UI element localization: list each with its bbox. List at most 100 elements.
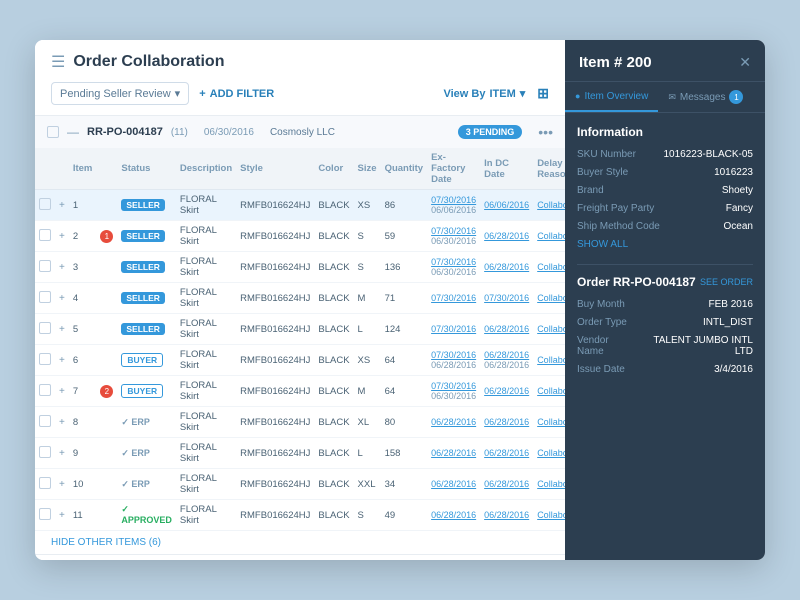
row-checkbox[interactable]	[39, 322, 51, 334]
item-style: RMFB016624HJ	[236, 500, 314, 531]
collapse-icon[interactable]: —	[67, 125, 79, 139]
tab-messages[interactable]: ✉ Messages 1	[658, 82, 753, 112]
status-badge: ✓ ERP	[121, 417, 150, 427]
collaborate-link[interactable]: Collaborate	[537, 386, 565, 396]
exfac-date: 07/30/2016	[431, 324, 476, 334]
right-panel: Item # 200 ✕ ● Item Overview ✉ Messages …	[565, 40, 765, 560]
item-number: 4	[69, 283, 97, 314]
th-exfac: Ex-Factory Date	[427, 148, 480, 190]
show-all-link[interactable]: SHOW ALL	[577, 239, 753, 250]
item-size: XXL	[354, 469, 381, 500]
indc-date: 06/28/2016	[484, 417, 529, 427]
collaborate-link[interactable]: Collaborate	[537, 293, 565, 303]
item-exfac: 07/30/201606/30/2016	[427, 376, 480, 407]
row-checkbox[interactable]	[39, 291, 51, 303]
item-color: BLACK	[314, 221, 353, 252]
table-row[interactable]: + 10 ✓ ERP FLORAL Skirt RMFB016624HJ BLA…	[35, 469, 565, 500]
row-checkbox[interactable]	[39, 260, 51, 272]
row-checkbox[interactable]	[39, 446, 51, 458]
row-expand-icon[interactable]: +	[59, 355, 65, 366]
item-indc: 06/28/2016	[480, 376, 533, 407]
table-row[interactable]: + 7 2 BUYER FLORAL Skirt RMFB016624HJ BL…	[35, 376, 565, 407]
row-expand-icon[interactable]: +	[59, 479, 65, 490]
table-row[interactable]: + 1 SELLER FLORAL Skirt RMFB016624HJ BLA…	[35, 190, 565, 221]
order-info-row: Vendor NameTALENT JUMBO INTL LTD	[577, 335, 753, 357]
item-title: Item # 200	[579, 54, 652, 71]
filter-bar: Pending Seller Review ▾ + ADD FILTER Vie…	[51, 82, 549, 115]
table-row[interactable]: + 3 SELLER FLORAL Skirt RMFB016624HJ BLA…	[35, 252, 565, 283]
view-by-value[interactable]: ITEM	[489, 88, 515, 100]
status-badge: ✓ ERP	[121, 448, 150, 458]
order-info-value: INTL_DIST	[703, 317, 753, 328]
collaborate-link[interactable]: Collaborate	[537, 324, 565, 334]
collaborate-link[interactable]: Collaborate	[537, 231, 565, 241]
table-row[interactable]: + 4 SELLER FLORAL Skirt RMFB016624HJ BLA…	[35, 283, 565, 314]
collaborate-link[interactable]: Collaborate	[537, 355, 565, 365]
item-size: XL	[354, 407, 381, 438]
add-filter-button[interactable]: + ADD FILTER	[199, 88, 274, 100]
tab-item-overview[interactable]: ● Item Overview	[565, 82, 658, 112]
row-checkbox[interactable]	[39, 229, 51, 241]
filter-dropdown[interactable]: Pending Seller Review ▾	[51, 82, 189, 105]
collaborate-link[interactable]: Collaborate	[537, 262, 565, 272]
item-indc: 06/06/2016	[480, 190, 533, 221]
item-status-cell: ✓ ERP	[117, 438, 176, 469]
row-expand-icon[interactable]: +	[59, 510, 65, 521]
grid-icon[interactable]: ⊞	[537, 85, 549, 102]
order-checkbox-1[interactable]	[47, 126, 59, 138]
row-expand-icon[interactable]: +	[59, 262, 65, 273]
exfac-date: 06/28/2016	[431, 479, 476, 489]
top-bar: ☰ Order Collaboration Pending Seller Rev…	[35, 40, 565, 116]
exfac-date2: 06/06/2016	[431, 205, 476, 215]
indc-date: 06/28/2016	[484, 448, 529, 458]
close-button[interactable]: ✕	[739, 54, 751, 71]
item-badge-cell	[96, 314, 117, 345]
exfac-date: 07/30/2016	[431, 350, 476, 360]
row-expand-icon[interactable]: +	[59, 231, 65, 242]
item-badge-cell	[96, 283, 117, 314]
status-badge: BUYER	[121, 384, 163, 398]
row-checkbox[interactable]	[39, 477, 51, 489]
dots-menu-1[interactable]: •••	[538, 124, 553, 140]
row-expand-icon[interactable]: +	[59, 386, 65, 397]
table-row[interactable]: + 8 ✓ ERP FLORAL Skirt RMFB016624HJ BLAC…	[35, 407, 565, 438]
collaborate-link[interactable]: Collaborate	[537, 448, 565, 458]
row-checkbox[interactable]	[39, 384, 51, 396]
table-row[interactable]: + 9 ✓ ERP FLORAL Skirt RMFB016624HJ BLAC…	[35, 438, 565, 469]
row-checkbox[interactable]	[39, 198, 51, 210]
chevron-down-icon[interactable]: ▾	[520, 87, 526, 100]
collaborate-link[interactable]: Collaborate	[537, 417, 565, 427]
hamburger-icon[interactable]: ☰	[51, 52, 65, 72]
row-expand-icon[interactable]: +	[59, 417, 65, 428]
see-order-link[interactable]: SEE ORDER	[700, 277, 753, 287]
item-quantity: 59	[381, 221, 428, 252]
table-row[interactable]: + 11 ✓ APPROVED FLORAL Skirt RMFB016624H…	[35, 500, 565, 531]
row-expand-icon[interactable]: +	[59, 324, 65, 335]
table-row[interactable]: + 6 BUYER FLORAL Skirt RMFB016624HJ BLAC…	[35, 345, 565, 376]
order-header-1[interactable]: — RR-PO-004187 (11) 06/30/2016 Cosmosly …	[35, 116, 565, 148]
item-badge: 2	[100, 385, 113, 398]
th-desc: Description	[176, 148, 236, 190]
table-header-row: Item Status Description Style Color Size…	[35, 148, 565, 190]
item-badge-cell	[96, 345, 117, 376]
order-section-header: Order RR-PO-004187 SEE ORDER	[577, 275, 753, 289]
row-expand-icon[interactable]: +	[59, 293, 65, 304]
table-area: — RR-PO-004187 (11) 06/30/2016 Cosmosly …	[35, 116, 565, 560]
row-expand-icon[interactable]: +	[59, 200, 65, 211]
th-color: Color	[314, 148, 353, 190]
collaborate-link[interactable]: Collaborate	[537, 200, 565, 210]
exfac-date2: 06/30/2016	[431, 391, 476, 401]
row-checkbox[interactable]	[39, 353, 51, 365]
item-quantity: 49	[381, 500, 428, 531]
hide-items-link[interactable]: HIDE OTHER ITEMS (6)	[35, 531, 177, 554]
exfac-date: 06/28/2016	[431, 448, 476, 458]
item-status-cell: ✓ ERP	[117, 469, 176, 500]
collaborate-link[interactable]: Collaborate	[537, 479, 565, 489]
table-row[interactable]: + 5 SELLER FLORAL Skirt RMFB016624HJ BLA…	[35, 314, 565, 345]
row-checkbox[interactable]	[39, 508, 51, 520]
collaborate-link[interactable]: Collaborate	[537, 510, 565, 520]
table-row[interactable]: + 2 1 SELLER FLORAL Skirt RMFB016624HJ B…	[35, 221, 565, 252]
order-header-2[interactable]: + RR-PO-004817 (105) 06/07/2016 San Garm…	[35, 555, 565, 560]
row-expand-icon[interactable]: +	[59, 448, 65, 459]
row-checkbox[interactable]	[39, 415, 51, 427]
